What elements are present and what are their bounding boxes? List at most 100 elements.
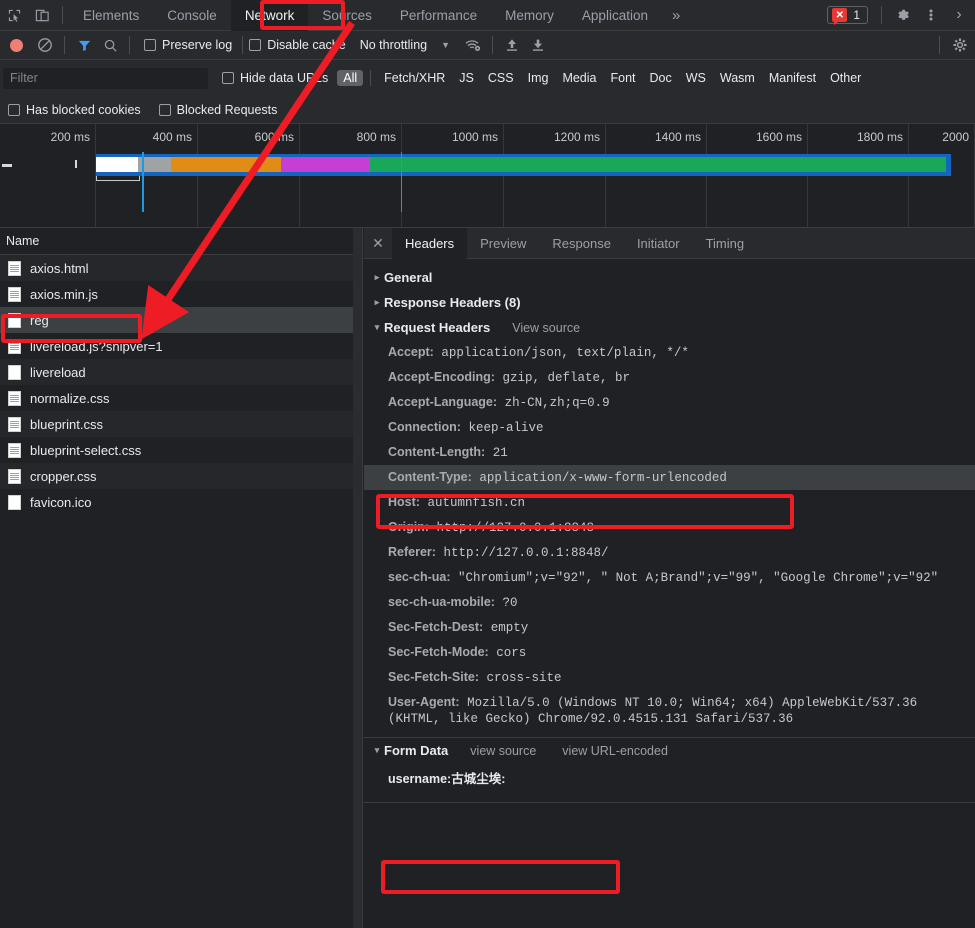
has-blocked-cookies-checkbox[interactable]: Has blocked cookies <box>8 103 141 117</box>
column-header-name[interactable]: Name <box>0 228 362 255</box>
close-devtools-icon[interactable]: › <box>945 1 973 29</box>
table-row[interactable]: axios.min.js <box>0 281 362 307</box>
header-row-origin[interactable]: Origin: http://127.0.0.1:8848 <box>364 515 975 540</box>
kebab-menu-icon[interactable] <box>917 1 945 29</box>
disable-cache-checkbox[interactable]: Disable cache <box>249 38 346 52</box>
blocked-requests-box[interactable] <box>158 103 171 116</box>
overview-tick-200: 200 ms <box>0 124 96 227</box>
header-row-referer[interactable]: Referer: http://127.0.0.1:8848/ <box>364 540 975 565</box>
table-row[interactable]: blueprint.css <box>0 411 362 437</box>
filter-type-other[interactable]: Other <box>824 70 867 86</box>
tab-console[interactable]: Console <box>153 0 231 31</box>
wifi-settings-icon[interactable] <box>460 32 486 58</box>
filter-type-font[interactable]: Font <box>604 70 641 86</box>
header-value: http://127.0.0.1:8848 <box>436 521 595 535</box>
has-blocked-cookies-box[interactable] <box>8 103 20 116</box>
table-row[interactable]: axios.html <box>0 255 362 281</box>
preserve-log-box[interactable] <box>144 39 156 51</box>
section-response-headers[interactable]: ▸ Response Headers (8) <box>364 290 975 315</box>
header-row-sec-ch-ua-mobile[interactable]: sec-ch-ua-mobile: ?0 <box>364 590 975 615</box>
more-tabs-icon[interactable]: » <box>662 0 690 31</box>
chevron-down-icon[interactable]: ▼ <box>441 40 450 50</box>
section-general[interactable]: ▸ General <box>364 265 975 290</box>
overview-segment-orange <box>171 157 281 172</box>
filter-type-doc[interactable]: Doc <box>644 70 678 86</box>
section-form-data[interactable]: ▾ Form Data view source view URL-encoded <box>364 738 975 763</box>
table-row[interactable]: cropper.css <box>0 463 362 489</box>
header-row-connection[interactable]: Connection: keep-alive <box>364 415 975 440</box>
error-count-badge[interactable]: ✕ 1 <box>827 6 868 25</box>
filter-type-img[interactable]: Img <box>522 70 555 86</box>
filter-type-all[interactable]: All <box>337 70 364 86</box>
tab-headers[interactable]: Headers <box>392 227 468 259</box>
header-row-accept-encoding[interactable]: Accept-Encoding: gzip, deflate, br <box>364 365 975 390</box>
blocked-requests-checkbox[interactable]: Blocked Requests <box>158 103 277 117</box>
header-row-sec-ch-ua[interactable]: sec-ch-ua: "Chromium";v="92", " Not A;Br… <box>364 565 975 590</box>
section-request-headers[interactable]: ▾ Request Headers View source <box>364 315 975 340</box>
header-row-accept-language[interactable]: Accept-Language: zh-CN,zh;q=0.9 <box>364 390 975 415</box>
table-row[interactable]: blueprint-select.css <box>0 437 362 463</box>
tab-elements[interactable]: Elements <box>69 0 153 31</box>
form-data-entry[interactable]: username:古城尘埃: <box>364 763 975 792</box>
header-row-host[interactable]: Host: autumnfish.cn <box>364 490 975 515</box>
view-source-link[interactable]: view source <box>470 744 536 758</box>
tab-application[interactable]: Application <box>568 0 662 31</box>
overview-tick-label: 800 ms <box>356 130 396 144</box>
tab-memory[interactable]: Memory <box>491 0 568 31</box>
filter-type-js[interactable]: JS <box>453 70 480 86</box>
tabbar-divider <box>62 6 63 24</box>
throttling-select[interactable]: No throttling <box>360 38 427 52</box>
search-input[interactable] <box>3 67 208 89</box>
header-row-user-agent[interactable]: User-Agent: Mozilla/5.0 (Windows NT 10.0… <box>364 690 975 731</box>
table-row[interactable]: livereload <box>0 359 362 385</box>
header-row-sec-fetch-mode[interactable]: Sec-Fetch-Mode: cors <box>364 640 975 665</box>
list-scrollbar[interactable] <box>353 228 362 928</box>
header-row-accept[interactable]: Accept: application/json, text/plain, */… <box>364 340 975 365</box>
hide-data-urls-checkbox[interactable]: Hide data URLs <box>222 71 328 85</box>
preserve-log-checkbox[interactable]: Preserve log <box>144 38 232 52</box>
tab-performance[interactable]: Performance <box>386 0 491 31</box>
clear-button[interactable] <box>32 32 58 58</box>
tab-timing[interactable]: Timing <box>693 228 758 259</box>
header-key: User-Agent: <box>388 695 460 709</box>
tab-initiator[interactable]: Initiator <box>624 228 693 259</box>
overview-tick-1000: 1000 ms <box>402 124 504 227</box>
filter-type-wasm[interactable]: Wasm <box>714 70 761 86</box>
table-row-selected[interactable]: reg <box>0 307 362 333</box>
tab-network[interactable]: Network <box>230 0 309 31</box>
network-settings-gear-icon[interactable] <box>947 32 973 58</box>
overview-tick-600: 600 ms <box>198 124 300 227</box>
disable-cache-box[interactable] <box>249 39 262 51</box>
header-row-content-length[interactable]: Content-Length: 21 <box>364 440 975 465</box>
hide-data-urls-box[interactable] <box>222 72 234 84</box>
upload-har-icon[interactable] <box>499 32 525 58</box>
filter-type-media[interactable]: Media <box>556 70 602 86</box>
table-row[interactable]: normalize.css <box>0 385 362 411</box>
tab-sources[interactable]: Sources <box>308 0 386 31</box>
filter-type-fetch-xhr[interactable]: Fetch/XHR <box>378 70 451 86</box>
network-overview[interactable]: 200 ms 400 ms 600 ms 800 ms 1000 ms 1200… <box>0 124 975 228</box>
device-toolbar-icon[interactable] <box>28 1 56 29</box>
download-har-icon[interactable] <box>525 32 551 58</box>
filter-type-ws[interactable]: WS <box>680 70 712 86</box>
filter-icon[interactable] <box>71 32 97 58</box>
filter-type-css[interactable]: CSS <box>482 70 520 86</box>
header-row-content-type[interactable]: Content-Type: application/x-www-form-url… <box>364 465 975 490</box>
filter-type-manifest[interactable]: Manifest <box>763 70 822 86</box>
tab-response[interactable]: Response <box>539 228 624 259</box>
section-general-title: General <box>384 270 433 285</box>
view-source-link[interactable]: View source <box>512 321 580 335</box>
search-icon[interactable] <box>97 32 123 58</box>
gear-icon[interactable] <box>889 1 917 29</box>
overview-segment-purple <box>281 157 370 172</box>
inspect-element-icon[interactable] <box>0 1 28 29</box>
tab-preview[interactable]: Preview <box>467 228 539 259</box>
header-row-sec-fetch-site[interactable]: Sec-Fetch-Site: cross-site <box>364 665 975 690</box>
view-url-encoded-link[interactable]: view URL-encoded <box>562 744 668 758</box>
table-row[interactable]: livereload.js?snipver=1 <box>0 333 362 359</box>
table-row[interactable]: favicon.ico <box>0 489 362 515</box>
disable-cache-label: Disable cache <box>267 38 346 52</box>
close-icon[interactable]: ✕ <box>364 235 392 252</box>
record-button[interactable] <box>10 38 23 52</box>
header-row-sec-fetch-dest[interactable]: Sec-Fetch-Dest: empty <box>364 615 975 640</box>
